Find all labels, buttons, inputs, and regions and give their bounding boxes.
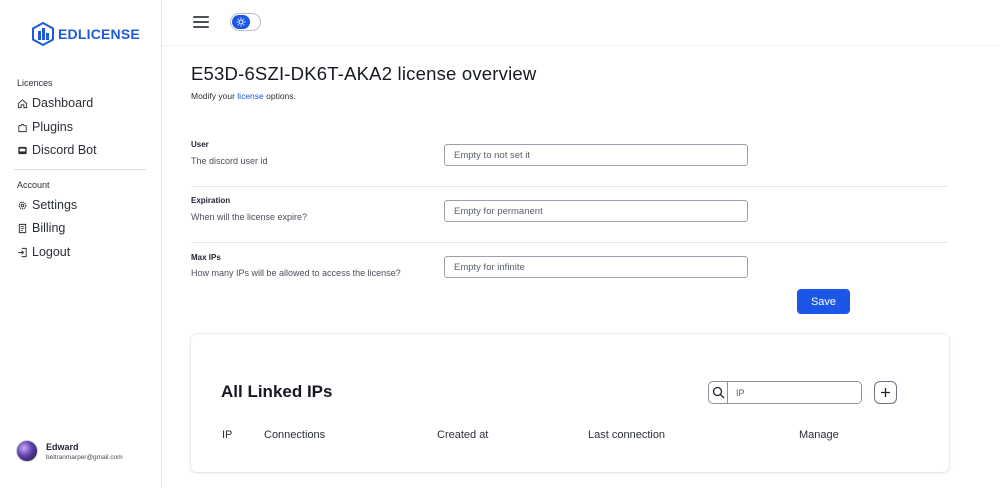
save-button[interactable]: Save bbox=[797, 289, 850, 314]
logo-icon bbox=[32, 22, 54, 46]
sidebar-item-discord-bot[interactable]: Discord Bot bbox=[17, 143, 97, 157]
page-title: E53D-6SZI-DK6T-AKA2 license overview bbox=[191, 63, 537, 84]
sidebar-item-label: Settings bbox=[32, 198, 78, 212]
topbar bbox=[162, 0, 1000, 46]
column-header-created-at[interactable]: Created at bbox=[437, 429, 488, 441]
plus-icon bbox=[881, 388, 890, 397]
user-id-input[interactable] bbox=[444, 144, 748, 166]
max-ips-field-label: Max IPs bbox=[191, 253, 221, 262]
user-name: Edward bbox=[46, 441, 79, 452]
subtitle-suffix: options. bbox=[263, 91, 296, 101]
sidebar-item-dashboard[interactable]: Dashboard bbox=[17, 96, 93, 110]
sidebar-item-label: Plugins bbox=[32, 120, 73, 134]
linked-ips-title: All Linked IPs bbox=[221, 382, 333, 401]
hamburger-icon[interactable] bbox=[193, 16, 209, 28]
subtitle-prefix: Modify your bbox=[191, 91, 238, 101]
sidebar-item-label: Discord Bot bbox=[32, 143, 97, 157]
column-header-ip[interactable]: IP bbox=[222, 429, 232, 441]
form-divider bbox=[191, 186, 948, 187]
sidebar-item-label: Dashboard bbox=[32, 96, 94, 110]
expiration-field-label: Expiration bbox=[191, 196, 231, 205]
sidebar-item-logout[interactable]: Logout bbox=[17, 245, 70, 259]
sidebar-item-plugins[interactable]: Plugins bbox=[17, 120, 73, 134]
user-profile[interactable]: Edward beltranmarper@gmail.com bbox=[16, 440, 123, 462]
sidebar-item-billing[interactable]: Billing bbox=[17, 221, 65, 235]
expiration-field-description: When will the license expire? bbox=[191, 212, 308, 222]
user-info: Edward beltranmarper@gmail.com bbox=[46, 442, 123, 461]
user-field-label: User bbox=[191, 140, 209, 149]
column-header-last-connection[interactable]: Last connection bbox=[588, 429, 665, 441]
add-ip-button[interactable] bbox=[874, 381, 897, 404]
sun-icon bbox=[236, 17, 246, 27]
sidebar-item-settings[interactable]: Settings bbox=[17, 198, 77, 212]
nav-section-licences: Licences bbox=[17, 78, 53, 88]
brand-name: EDLICENSE bbox=[58, 26, 140, 42]
brand-logo[interactable]: EDLICENSE bbox=[32, 22, 140, 46]
max-ips-input[interactable] bbox=[444, 256, 748, 278]
sidebar: EDLICENSE Licences Dashboard Plugins Dis… bbox=[0, 0, 162, 488]
bot-icon bbox=[18, 146, 27, 154]
max-ips-field-description: How many IPs will be allowed to access t… bbox=[191, 268, 401, 278]
receipt-icon bbox=[18, 223, 27, 233]
logout-icon bbox=[18, 247, 27, 257]
nav-section-account: Account bbox=[17, 180, 50, 190]
ip-search-input[interactable] bbox=[728, 382, 861, 403]
user-field-description: The discord user id bbox=[191, 156, 268, 166]
search-icon bbox=[712, 386, 724, 399]
license-link[interactable]: license bbox=[237, 91, 263, 101]
sidebar-item-label: Billing bbox=[32, 221, 66, 235]
gear-icon bbox=[18, 201, 27, 209]
ip-search bbox=[708, 381, 862, 404]
sidebar-item-label: Logout bbox=[32, 245, 71, 259]
puzzle-icon bbox=[18, 123, 27, 132]
search-button[interactable] bbox=[709, 382, 728, 403]
column-header-connections[interactable]: Connections bbox=[264, 429, 325, 441]
toggle-knob bbox=[232, 15, 250, 29]
expiration-input[interactable] bbox=[444, 200, 748, 222]
column-header-manage[interactable]: Manage bbox=[799, 429, 839, 441]
form-divider bbox=[191, 242, 948, 243]
avatar bbox=[16, 440, 38, 462]
page-subtitle: Modify your license options. bbox=[191, 91, 296, 101]
home-icon bbox=[17, 98, 28, 108]
theme-toggle[interactable] bbox=[230, 13, 261, 31]
sidebar-divider bbox=[14, 169, 146, 170]
user-email: beltranmarper@gmail.com bbox=[46, 453, 123, 461]
linked-ips-card: All Linked IPs IP Connections Created at… bbox=[191, 334, 949, 472]
